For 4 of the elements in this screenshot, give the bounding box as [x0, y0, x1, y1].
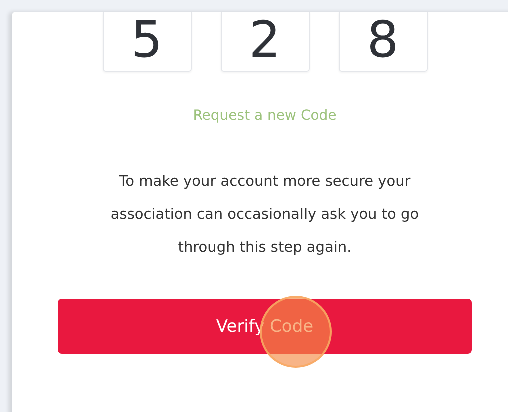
code-digit-field[interactable]: 2: [220, 12, 310, 72]
code-digit-field[interactable]: 8: [338, 12, 428, 72]
info-text: To make your account more secure your association can occasionally ask you to go through this step again.: [110, 173, 420, 258]
code-digit-field[interactable]: 5: [102, 12, 192, 72]
